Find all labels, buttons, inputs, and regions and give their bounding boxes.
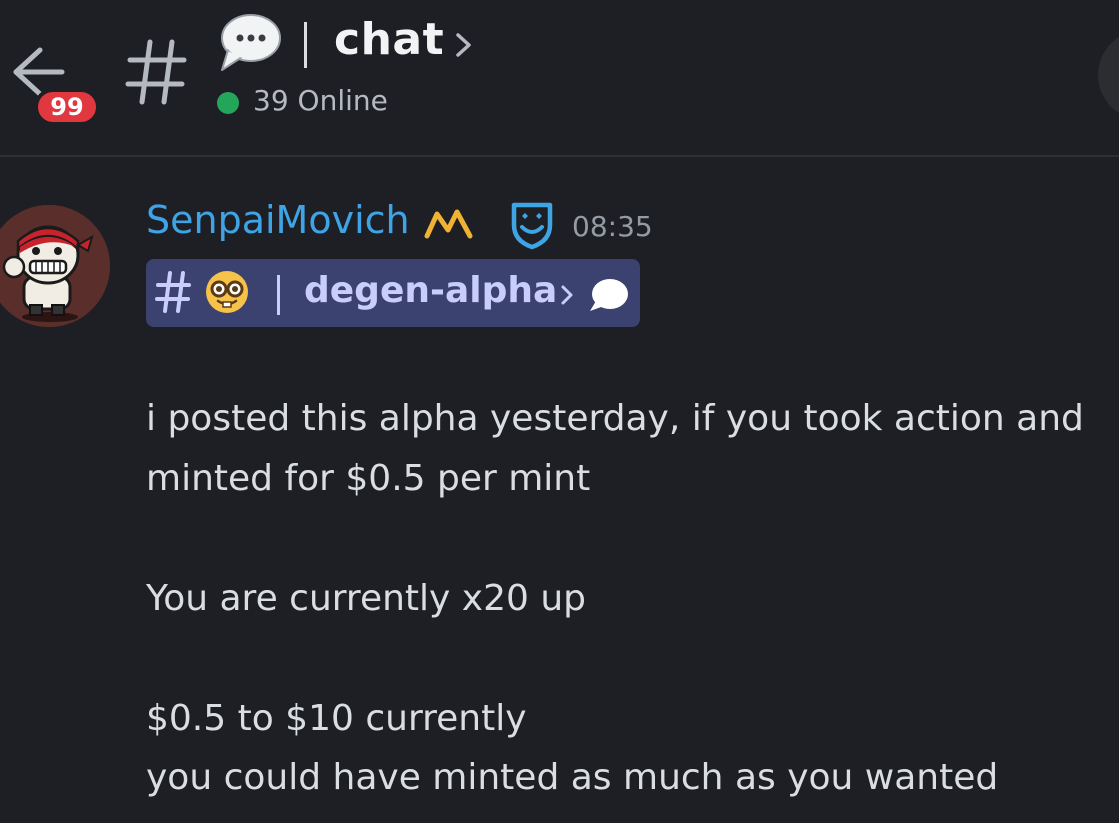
mod-shield-icon bbox=[511, 202, 553, 250]
online-count: 39 Online bbox=[253, 84, 388, 117]
avatar-image bbox=[0, 205, 110, 327]
chevron-right-icon[interactable] bbox=[452, 30, 476, 60]
channel-mention-link[interactable]: degen-alpha bbox=[146, 259, 640, 327]
avatar[interactable] bbox=[0, 205, 110, 327]
message-timestamp: 08:35 bbox=[572, 210, 653, 243]
mention-channel-name: degen-alpha bbox=[304, 270, 558, 311]
header-divider bbox=[0, 155, 1119, 157]
message-line: you could have minted as much as you wan… bbox=[146, 757, 999, 798]
message-line: i posted this alpha yesterday, if you to… bbox=[146, 398, 1084, 439]
hash-icon bbox=[155, 271, 191, 313]
nerd-face-icon bbox=[206, 271, 248, 313]
unread-badge: 99 bbox=[34, 88, 100, 126]
message-line: minted for $0.5 per mint bbox=[146, 458, 591, 499]
online-indicator bbox=[217, 92, 239, 114]
speech-bubble-icon bbox=[221, 14, 281, 71]
channel-title[interactable]: chat bbox=[334, 14, 444, 65]
discord-channel-view: 99 chat 39 Online SenpaiMovich 08:35 deg… bbox=[0, 0, 1119, 823]
channel-header: 99 chat 39 Online bbox=[0, 0, 1119, 155]
message-line: You are currently x20 up bbox=[146, 578, 586, 619]
author-name[interactable]: SenpaiMovich bbox=[146, 198, 410, 242]
header-action-button[interactable] bbox=[1098, 30, 1119, 120]
crown-icon bbox=[424, 209, 473, 239]
thread-bubble-icon bbox=[590, 279, 628, 311]
title-separator bbox=[304, 22, 307, 68]
hash-icon bbox=[125, 39, 187, 105]
mention-separator bbox=[277, 275, 280, 315]
chevron-right-icon bbox=[561, 285, 573, 305]
message-line: $0.5 to $10 currently bbox=[146, 698, 527, 739]
